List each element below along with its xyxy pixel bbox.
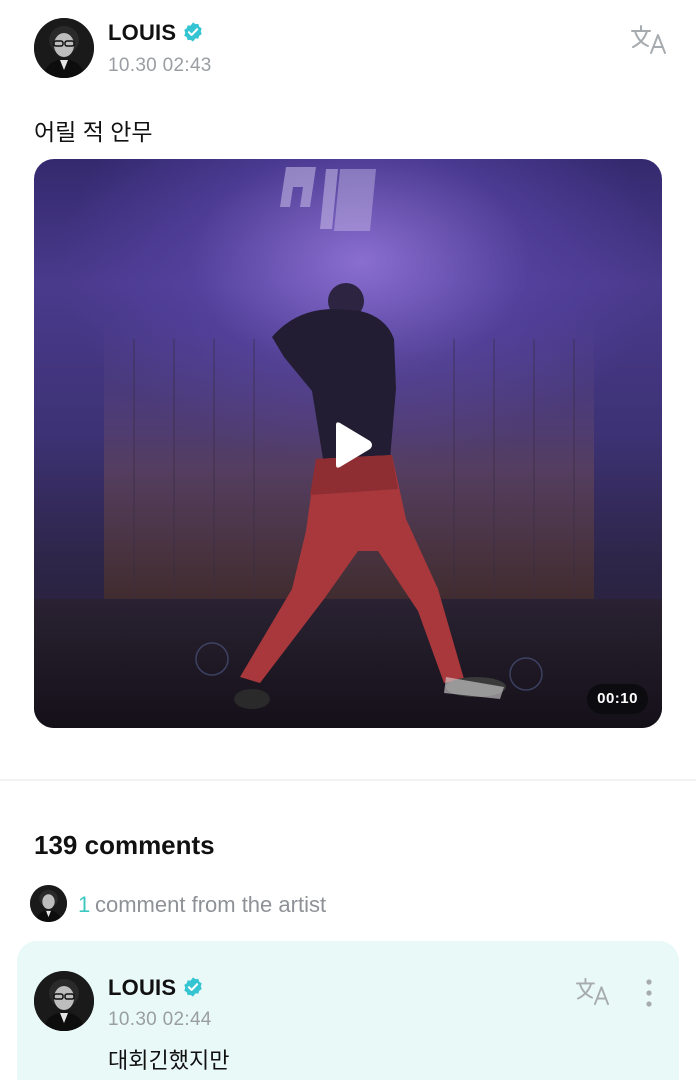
- more-vertical-icon[interactable]: [637, 977, 661, 1009]
- post-timestamp: 10.30 02:43: [108, 55, 212, 76]
- post-text: 어릴 적 안무: [34, 119, 153, 145]
- comment-author-avatar[interactable]: [34, 971, 94, 1031]
- post-detail-page: LOUIS 10.30 02:43 어릴 적 안무 00:10 139 comm…: [0, 0, 696, 1080]
- comment-author-name[interactable]: LOUIS: [108, 975, 176, 1001]
- translate-icon[interactable]: [630, 22, 668, 56]
- artist-comment-count: 1: [78, 892, 91, 917]
- comment-timestamp: 10.30 02:44: [108, 1009, 212, 1030]
- comments-count: 139 comments: [34, 830, 215, 860]
- artist-comment-card: LOUIS 10.30 02:44 대회긴했지만: [17, 941, 679, 1080]
- translate-icon[interactable]: [575, 975, 611, 1007]
- play-icon[interactable]: [330, 421, 374, 469]
- avatar-photo: [34, 18, 94, 78]
- avatar-photo: [34, 971, 94, 1031]
- author-avatar[interactable]: [34, 18, 94, 78]
- artist-avatar: [30, 885, 67, 922]
- artist-comment-label: comment from the artist: [95, 892, 327, 917]
- video-duration: 00:10: [587, 684, 648, 714]
- video-player[interactable]: 00:10: [34, 159, 662, 728]
- verified-badge-icon: [184, 977, 202, 997]
- post-header: LOUIS 10.30 02:43: [34, 18, 666, 82]
- artist-comments-filter[interactable]: 1 comment from the artist: [30, 885, 530, 923]
- section-divider: [0, 779, 696, 781]
- author-name[interactable]: LOUIS: [108, 20, 176, 46]
- comment-text: 대회긴했지만: [108, 1048, 230, 1073]
- verified-badge-icon: [184, 22, 202, 42]
- avatar-photo: [30, 885, 67, 922]
